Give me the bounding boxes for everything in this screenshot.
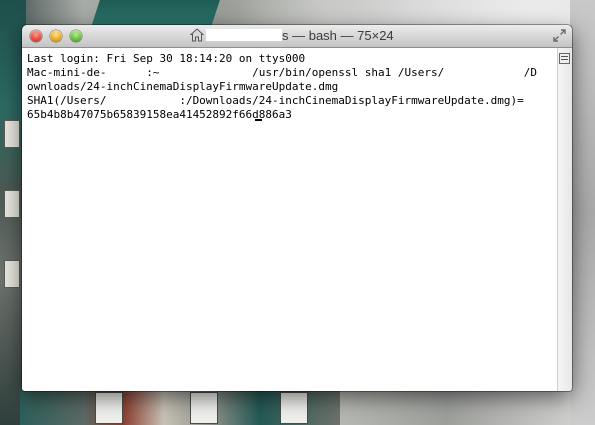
scrollbar[interactable] bbox=[557, 48, 572, 391]
minimize-icon[interactable] bbox=[50, 30, 62, 42]
close-icon[interactable] bbox=[30, 30, 42, 42]
window-title: s — bash — 75×24 bbox=[190, 28, 394, 44]
background-window bbox=[4, 190, 20, 218]
terminal-line: 65b4b8b47075b65839158ea41452892f66d886a3 bbox=[27, 108, 292, 121]
background-wall bbox=[570, 0, 595, 425]
terminal-line: ownloads/24-inchCinemaDisplayFirmwareUpd… bbox=[27, 80, 339, 93]
background-window bbox=[190, 392, 218, 424]
terminal-output[interactable]: Last login: Fri Sep 30 18:14:20 on ttys0… bbox=[22, 48, 558, 391]
background-window bbox=[280, 392, 308, 424]
background-window bbox=[4, 120, 20, 148]
zoom-icon[interactable] bbox=[70, 30, 82, 42]
split-pane-icon[interactable] bbox=[559, 53, 570, 64]
terminal-line: SHA1(/Users/ :/Downloads/24-inchCinemaDi… bbox=[27, 94, 524, 107]
background-window bbox=[4, 260, 20, 288]
fullscreen-icon[interactable] bbox=[553, 29, 566, 42]
home-folder-icon bbox=[190, 28, 204, 42]
title-bar[interactable]: s — bash — 75×24 bbox=[22, 25, 572, 48]
terminal-window[interactable]: s — bash — 75×24 Last login: Fri Sep 30 … bbox=[22, 25, 572, 391]
window-title-text: s — bash — 75×24 bbox=[282, 28, 394, 43]
text-cursor bbox=[255, 119, 262, 121]
redacted-username bbox=[206, 29, 282, 41]
terminal-line: Last login: Fri Sep 30 18:14:20 on ttys0… bbox=[27, 52, 306, 65]
terminal-line: Mac-mini-de- :~ /usr/bin/openssl sha1 /U… bbox=[27, 66, 537, 79]
background-window bbox=[95, 392, 123, 424]
